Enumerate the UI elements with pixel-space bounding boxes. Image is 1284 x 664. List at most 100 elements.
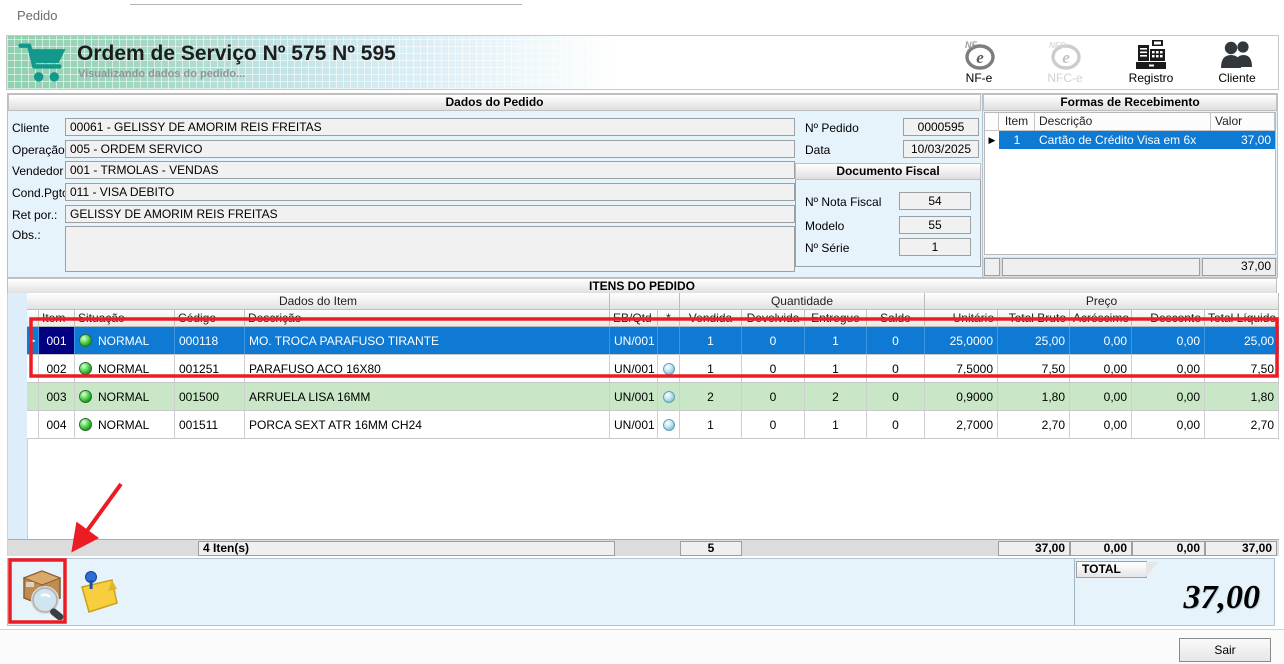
ebqtd-cell: UN/001 (610, 383, 658, 410)
devolvida-cell: 0 (742, 383, 805, 410)
payments-col-valor: Valor (1211, 113, 1275, 130)
tab-pedido[interactable]: Pedido (17, 8, 57, 23)
item-row-1[interactable]: ▶ 001 NORMAL 000118 MO. TROCA PARAFUSO T… (27, 327, 1279, 355)
codigo-cell: 001251 (175, 355, 245, 382)
payments-col-item: Item (999, 113, 1035, 130)
saldo-cell: 0 (867, 411, 925, 438)
total-liquido-cell: 2,70 (1205, 411, 1279, 438)
col-devolvida: Devolvida (742, 310, 805, 327)
total-bruto-cell: 25,00 (998, 327, 1070, 354)
summary-vendida: 5 (680, 541, 742, 556)
col-desconto: Desconto (1132, 310, 1205, 327)
items-count: 4 Iten(s) (198, 541, 615, 556)
descricao-cell: ARRUELA LISA 16MM (245, 383, 610, 410)
cliente-button[interactable]: Cliente (1206, 39, 1268, 85)
ebqtd-cell: UN/001 (610, 411, 658, 438)
col-total-bruto: Total Bruto (998, 310, 1070, 327)
items-grid-band: Dados do Item Quantidade Preço Item Situ… (7, 293, 1279, 556)
ebqtd-cell: UN/001 (610, 327, 658, 354)
col-vendida: Vendida (680, 310, 742, 327)
people-icon (1206, 39, 1268, 71)
codigo-cell: 001500 (175, 383, 245, 410)
entregue-cell: 1 (805, 411, 867, 438)
ebqtd-cell: UN/001 (610, 355, 658, 382)
note-button[interactable] (74, 567, 122, 618)
nfce-button[interactable]: e NFC NFC-e (1034, 39, 1096, 85)
desconto-cell: 0,00 (1132, 411, 1205, 438)
obs-field[interactable] (65, 226, 795, 272)
situacao-cell: NORMAL (75, 327, 175, 354)
row-selector (27, 411, 39, 438)
cliente-label: Cliente (1206, 71, 1268, 85)
saldo-cell: 0 (867, 383, 925, 410)
data-field[interactable]: 10/03/2025 (903, 140, 979, 158)
col-saldo: Saldo (867, 310, 925, 327)
item-number-cell: 004 (39, 411, 75, 438)
payment-item-number: 1 (999, 131, 1035, 149)
entregue-cell: 1 (805, 355, 867, 382)
item-row-3[interactable]: 003 NORMAL 001500 ARRUELA LISA 16MM UN/0… (27, 383, 1279, 411)
sair-button[interactable]: Sair (1179, 638, 1271, 662)
box-magnifier-icon (16, 562, 68, 620)
total-liquido-cell: 7,50 (1205, 355, 1279, 382)
modelo-field[interactable]: 55 (899, 216, 971, 234)
status-normal-icon (79, 334, 92, 347)
app-window: DETALHES DO PEDIDO Pedido Ordem de Servi… (0, 0, 1284, 664)
items-grid-margin (8, 293, 28, 540)
summary-desconto: 0,00 (1132, 541, 1205, 556)
ret-por-field[interactable]: GELISSY DE AMORIM REIS FREITAS (65, 205, 795, 223)
status-normal-icon (79, 362, 92, 375)
footer-strip: TOTAL 37,00 (7, 558, 1275, 626)
items-column-header-row: Item Situação Código Descrição EB/Qtd * … (27, 310, 1279, 327)
order-section-title: Dados do Pedido (8, 94, 981, 111)
documento-fiscal-title: Documento Fiscal (795, 163, 981, 180)
nfe-button[interactable]: e NF NF-e (948, 39, 1010, 85)
top-divider (130, 4, 522, 5)
nota-fiscal-field[interactable]: 54 (899, 192, 971, 210)
registro-label: Registro (1120, 71, 1182, 85)
serie-label: Nº Série (805, 241, 849, 255)
total-bruto-cell: 7,50 (998, 355, 1070, 382)
payments-selector-header (985, 113, 999, 130)
clipped-window-title: DETALHES DO PEDIDO (2, 0, 134, 5)
total-divider (1074, 559, 1075, 625)
codigo-cell: 000118 (175, 327, 245, 354)
nfce-label: NFC-e (1034, 71, 1096, 85)
stock-orb-icon (663, 391, 675, 403)
serie-field[interactable]: 1 (899, 238, 971, 256)
sticky-note-pin-icon (74, 567, 122, 615)
cond-pgto-field[interactable]: 011 - VISA DEBITO (65, 183, 795, 201)
svg-text:NF: NF (965, 40, 977, 50)
stock-search-button[interactable] (16, 562, 68, 623)
payments-header-row: Item Descrição Valor (985, 113, 1275, 131)
item-row-2[interactable]: 002 NORMAL 001251 PARAFUSO ACO 16X80 UN/… (27, 355, 1279, 383)
total-liquido-cell: 25,00 (1205, 327, 1279, 354)
status-normal-icon (79, 390, 92, 403)
registro-button[interactable]: Registro (1120, 39, 1182, 85)
star-cell (658, 355, 680, 382)
col-codigo: Código (175, 310, 245, 327)
total-label: TOTAL (1076, 561, 1147, 578)
entregue-cell: 1 (805, 327, 867, 354)
descricao-cell: PARAFUSO ACO 16X80 (245, 355, 610, 382)
item-row-4[interactable]: 004 NORMAL 001511 PORCA SEXT ATR 16MM CH… (27, 411, 1279, 439)
nfce-icon: e NFC (1034, 39, 1096, 71)
vendida-cell: 1 (680, 411, 742, 438)
payment-row[interactable]: ▶ 1 Cartão de Crédito Visa em 6x 37,00 (985, 131, 1275, 149)
cliente-field[interactable]: 00061 - GELISSY DE AMORIM REIS FREITAS (65, 118, 795, 136)
page-title: Ordem de Serviço Nº 575 Nº 595 (77, 42, 396, 66)
numero-pedido-field[interactable]: 0000595 (903, 118, 979, 136)
desconto-cell: 0,00 (1132, 327, 1205, 354)
star-cell (658, 327, 680, 354)
vendedor-field[interactable]: 001 - TRMOLAS - VENDAS (65, 161, 795, 179)
row-selector-arrow: ▶ (27, 327, 39, 354)
svg-text:NFC: NFC (1049, 41, 1066, 50)
total-bruto-cell: 1,80 (998, 383, 1070, 410)
cash-register-icon (1120, 39, 1182, 71)
payment-description: Cartão de Crédito Visa em 6x (1035, 131, 1211, 149)
entregue-cell: 2 (805, 383, 867, 410)
status-normal-icon (79, 418, 92, 431)
operacao-field[interactable]: 005 - ORDEM SERVICO (65, 140, 795, 158)
item-number-cell: 001 (39, 327, 75, 354)
desconto-cell: 0,00 (1132, 383, 1205, 410)
